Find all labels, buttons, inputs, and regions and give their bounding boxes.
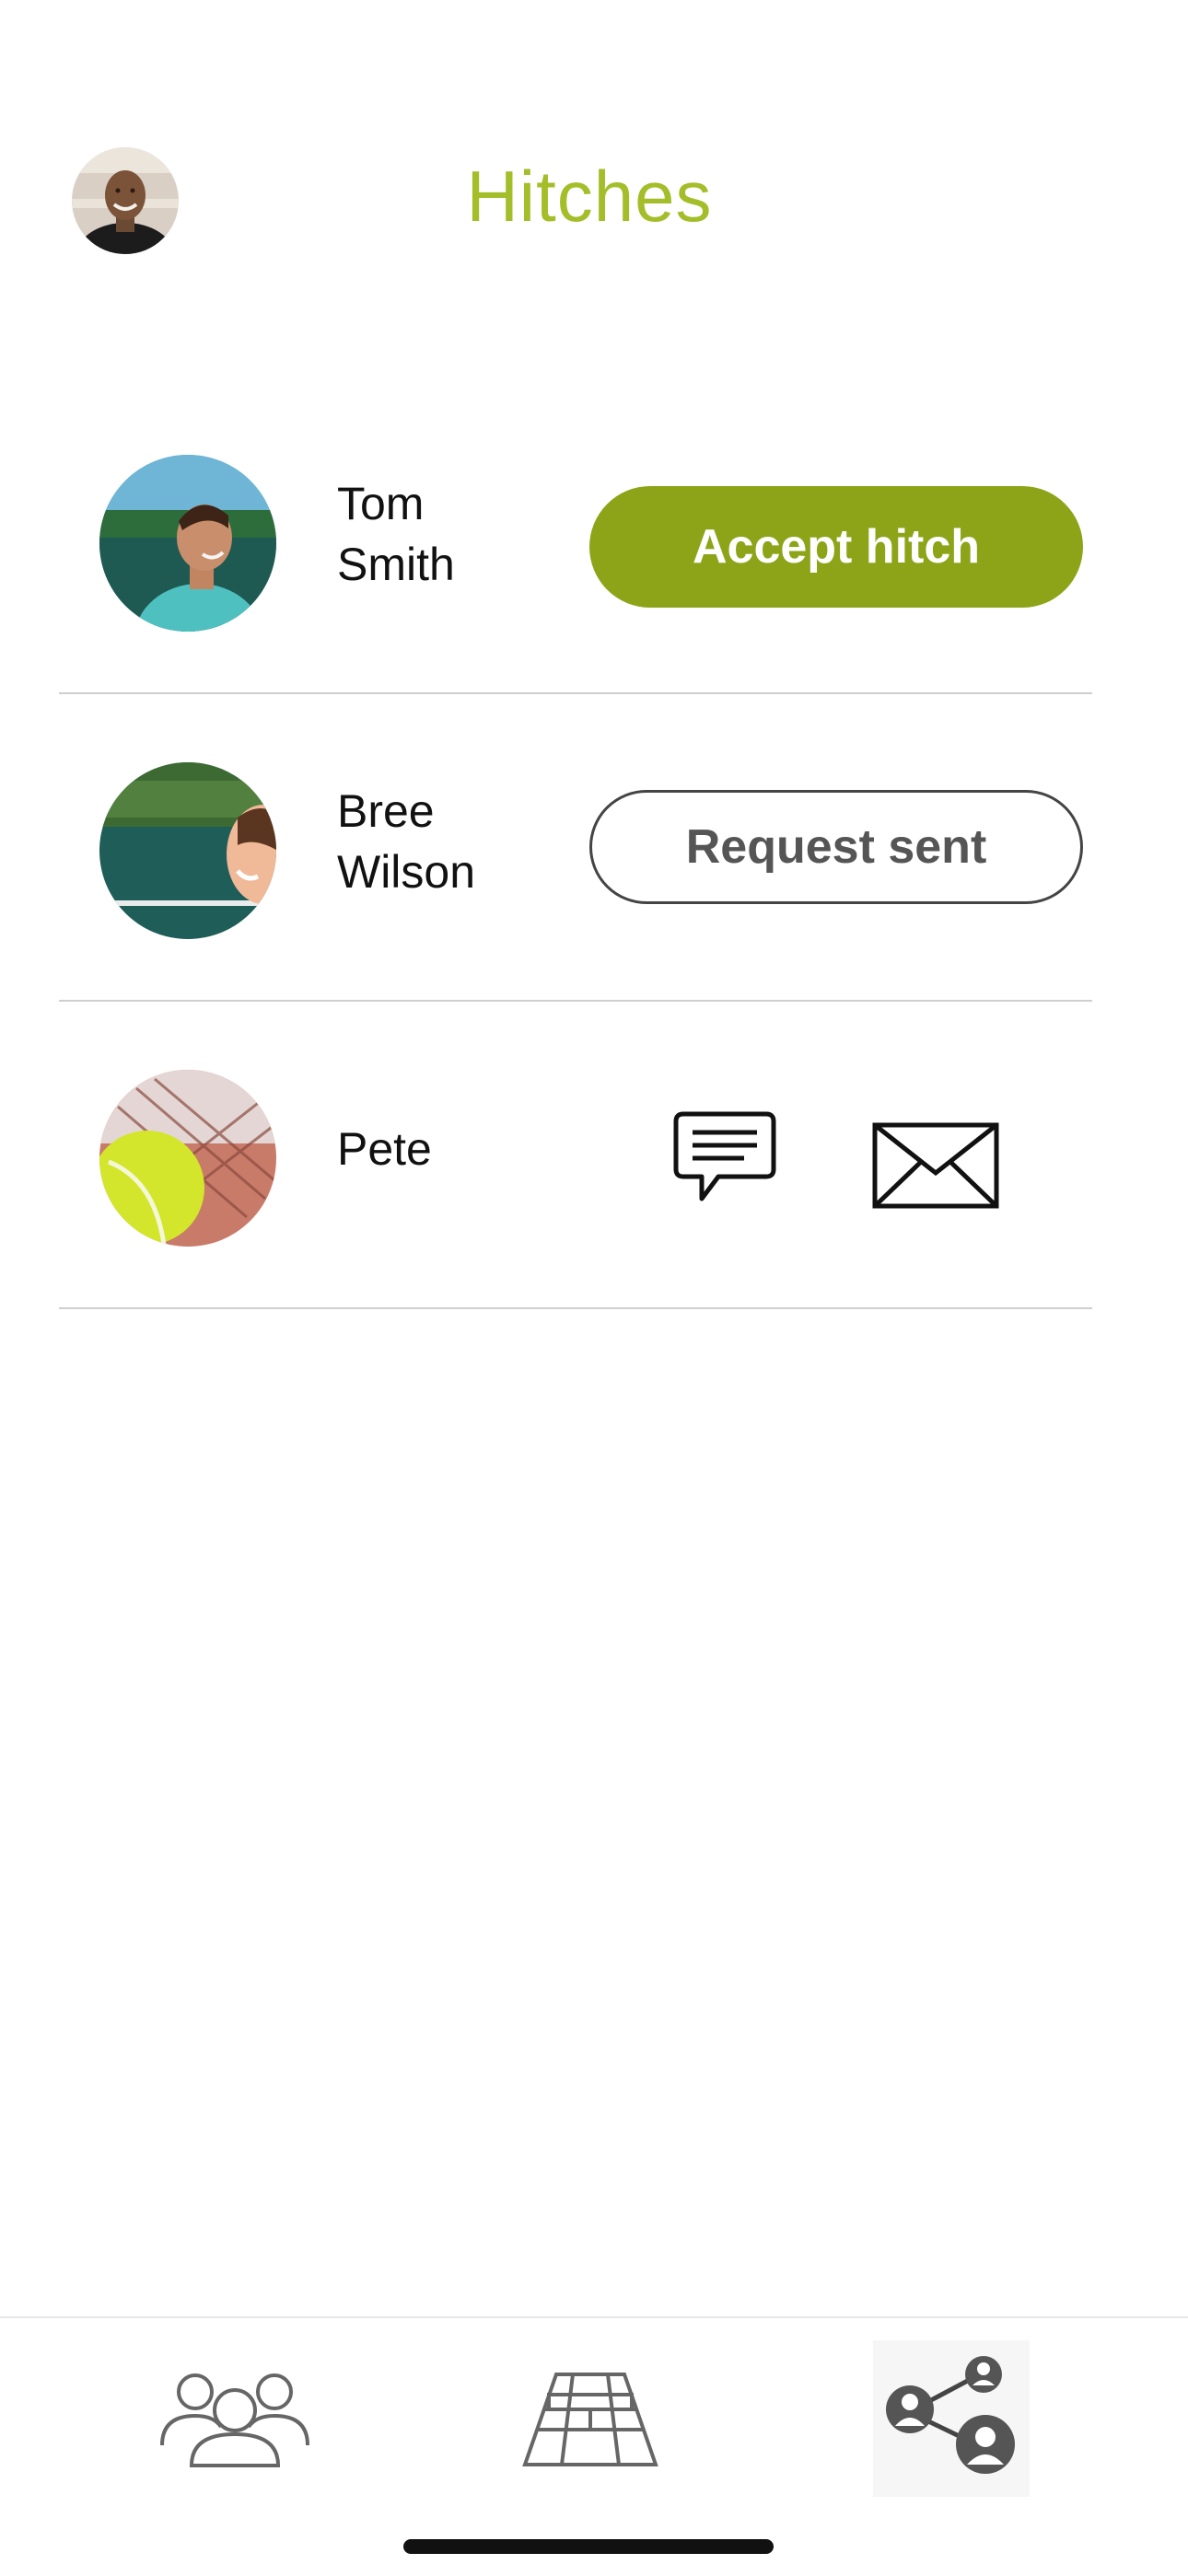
list-item: Bree Wilson Request sent: [59, 694, 1092, 1002]
player-last-name: Wilson: [337, 846, 476, 898]
bottom-nav: [0, 2316, 1188, 2576]
avatar[interactable]: [99, 1070, 276, 1247]
avatar[interactable]: [99, 455, 276, 632]
group-icon: [157, 2366, 313, 2472]
envelope-icon[interactable]: [871, 1121, 1000, 1214]
request-sent-button[interactable]: Request sent: [589, 790, 1083, 904]
player-name: Pete: [337, 1119, 558, 1179]
page-title: Hitches: [466, 156, 713, 237]
tennis-court-icon: [521, 2361, 659, 2477]
home-indicator: [403, 2539, 774, 2554]
accept-hitch-button[interactable]: Accept hitch: [589, 486, 1083, 608]
nav-item-courts[interactable]: [512, 2340, 669, 2497]
player-first-name: Pete: [337, 1123, 432, 1175]
list-item: Pete: [59, 1002, 1092, 1309]
network-icon: [882, 2352, 1020, 2486]
player-last-name: Smith: [337, 539, 455, 590]
nav-item-players[interactable]: [147, 2340, 322, 2497]
player-name: Bree Wilson: [337, 781, 558, 902]
header: Hitches: [0, 0, 1188, 368]
player-name: Tom Smith: [337, 473, 558, 595]
nav-item-hitches[interactable]: [873, 2340, 1030, 2497]
player-first-name: Bree: [337, 785, 435, 837]
player-first-name: Tom: [337, 478, 425, 529]
avatar[interactable]: [99, 762, 276, 939]
hitch-list: Tom Smith Accept hitch Bree Wilson Reque…: [59, 387, 1092, 1309]
list-item: Tom Smith Accept hitch: [59, 387, 1092, 694]
chat-bubble-icon[interactable]: [670, 1107, 781, 1222]
